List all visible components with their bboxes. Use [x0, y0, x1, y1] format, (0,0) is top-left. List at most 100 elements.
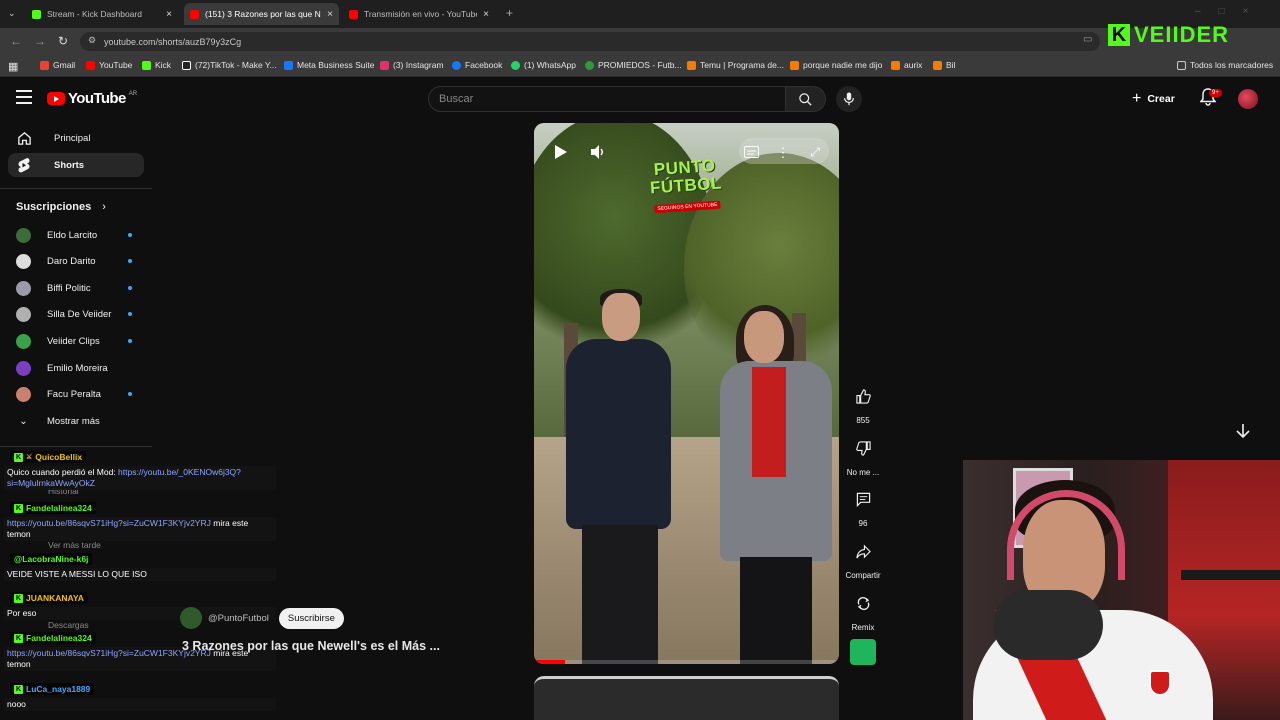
shorts-video-player[interactable]: PUNTO FÚTBOL SEGUINOS EN YOUTUBE ⋮ ⤢	[534, 123, 839, 664]
next-short-preview[interactable]	[534, 676, 839, 720]
chat-message-link[interactable]: https://youtu.be/86sqvS71iHg?si=ZuCW1F3K…	[7, 518, 211, 528]
subscriptions-title: Suscripciones	[16, 201, 92, 213]
tab-close-icon[interactable]: ×	[483, 9, 489, 20]
channel-avatar[interactable]	[180, 607, 202, 629]
video-progress-fill	[534, 660, 565, 664]
watermark-line2: FÚTBOL	[649, 173, 723, 198]
window-controls[interactable]: –□×	[1195, 6, 1266, 17]
instagram-icon	[380, 60, 389, 70]
bookmark-youtube[interactable]: YouTube	[86, 60, 132, 70]
forward-icon[interactable]: →	[34, 34, 46, 48]
channel-name: Daro Darito	[47, 255, 96, 267]
channel-avatar	[16, 253, 31, 269]
more-vert-icon: ⋮	[776, 144, 790, 160]
volume-button[interactable]	[587, 141, 609, 163]
account-avatar[interactable]	[1238, 89, 1258, 109]
bookmark-label: Kick	[155, 60, 172, 70]
bookmark-promiedos[interactable]: PROMIEDOS - Futb...	[585, 60, 682, 70]
all-bookmarks[interactable]: Todos los marcadores	[1177, 60, 1273, 70]
fullscreen-button[interactable]: ⤢	[804, 141, 826, 163]
show-more-button[interactable]: ⌄ Mostrar más	[16, 411, 136, 431]
bookmark-temu[interactable]: Temu | Programa de...	[687, 60, 784, 70]
reload-icon[interactable]: ↻	[58, 34, 68, 48]
sidebar-item-downloads[interactable]: Descargas	[48, 620, 89, 630]
volume-icon	[591, 145, 603, 159]
channel-handle[interactable]: @PuntoFutbol	[208, 613, 269, 624]
comment-count: 96	[858, 519, 868, 528]
apps-icon[interactable]: ▦	[8, 60, 18, 73]
bookmark-label: Bil	[946, 60, 956, 70]
youtube-favicon-icon	[349, 9, 358, 19]
subscriptions-header[interactable]: Suscripciones ›	[16, 201, 106, 213]
sidebar-item-watch-later[interactable]: Ver más tarde	[48, 540, 101, 550]
dislike-button[interactable]	[848, 433, 878, 463]
video-channel-watermark: PUNTO FÚTBOL SEGUINOS EN YOUTUBE	[644, 156, 728, 215]
channel-name: Emilio Moreira	[47, 362, 108, 374]
subscription-item[interactable]: Eldo Larcito	[16, 225, 136, 245]
bookmark-instagram[interactable]: (3) Instagram	[380, 60, 444, 70]
video-person-interviewer	[554, 289, 674, 664]
like-button[interactable]	[848, 381, 878, 411]
new-tab-button[interactable]: +	[506, 6, 513, 20]
search-input[interactable]: Buscar	[428, 86, 786, 112]
address-bar[interactable]: ⚙ youtube.com/shorts/auzB79y3zCg	[80, 32, 1100, 51]
menu-icon[interactable]	[16, 90, 32, 104]
chat-message-text: Quico cuando perdió el Mod:	[7, 467, 119, 477]
remix-button[interactable]	[848, 588, 878, 618]
audio-source-thumbnail[interactable]	[850, 639, 876, 665]
kick-icon	[142, 60, 151, 70]
bookmark-tiktok[interactable]: (72)TikTok - Make Y...	[182, 60, 277, 70]
kick-badge-icon: K	[14, 684, 23, 694]
captions-button[interactable]	[740, 141, 762, 163]
short-title[interactable]: 3 Razones por las que Newell's es el Más…	[182, 639, 440, 653]
bookmark-whatsapp[interactable]: (1) WhatsApp	[511, 60, 576, 70]
tab-close-icon[interactable]: ×	[166, 9, 172, 20]
kick-badge-icon: K	[14, 593, 23, 603]
play-button[interactable]	[550, 141, 572, 163]
subscription-item[interactable]: Facu Peralta	[16, 384, 136, 404]
subscribe-button[interactable]: Suscribirse	[278, 607, 344, 629]
bookmark-facebook[interactable]: Facebook	[452, 60, 502, 70]
chat-message-link[interactable]: https://youtu.be/86sqvS71iHg?si=ZuCW1F3K…	[7, 648, 211, 658]
tab-kick-dashboard[interactable]: Stream - Kick Dashboard ×	[26, 3, 178, 25]
bookmark-porque[interactable]: porque nadie me dijo	[790, 60, 882, 70]
more-options-button[interactable]: ⋮	[772, 141, 794, 163]
voice-search-button[interactable]	[836, 86, 862, 112]
bookmark-gmail[interactable]: Gmail	[40, 60, 75, 70]
create-button[interactable]: + Crear	[1132, 88, 1175, 110]
video-progress-bar[interactable]	[534, 660, 839, 664]
bookmark-bil[interactable]: Bil	[933, 60, 955, 70]
share-button[interactable]	[848, 536, 878, 566]
bookmark-label: Facebook	[465, 60, 503, 70]
subscription-item[interactable]: Veiider Clips	[16, 331, 136, 351]
comments-button[interactable]	[848, 484, 878, 514]
tab-youtube-short[interactable]: (151) 3 Razones por las que Ne ×	[184, 3, 339, 25]
bookmark-folder-icon	[933, 60, 942, 70]
next-short-button[interactable]	[1233, 421, 1253, 446]
chat-user-name: QuicoBellix	[35, 452, 83, 462]
sidebar-item-principal[interactable]: Principal	[8, 126, 144, 150]
search-button[interactable]	[786, 86, 826, 112]
tab-close-icon[interactable]: ×	[327, 9, 333, 20]
tab-search-icon[interactable]: ⌄	[8, 8, 16, 19]
sidebar-item-shorts[interactable]: Shorts	[8, 153, 144, 177]
bookmark-meta[interactable]: Meta Business Suite	[284, 60, 374, 70]
bookmark-kick[interactable]: Kick	[142, 60, 171, 70]
youtube-logo[interactable]: YouTube AR	[47, 90, 137, 107]
subscription-item[interactable]: Emilio Moreira	[16, 358, 136, 378]
cast-icon[interactable]: ▭	[1083, 34, 1092, 45]
youtube-icon	[86, 60, 95, 70]
country-code: AR	[128, 90, 138, 97]
new-content-dot	[128, 392, 132, 396]
microphone	[993, 590, 1103, 660]
subscription-item[interactable]: Biffi Politic	[16, 278, 136, 298]
site-info-icon[interactable]: ⚙	[88, 35, 96, 46]
subscription-item[interactable]: Silla De Veiider	[16, 304, 136, 324]
streamer-name: VEIIDER	[1134, 22, 1230, 47]
chat-message-text: nooo	[7, 699, 26, 709]
subscription-item[interactable]: Daro Darito	[16, 251, 136, 271]
bookmark-aurix[interactable]: aurix	[891, 60, 922, 70]
like-action: 855	[848, 381, 878, 425]
tab-youtube-live[interactable]: Transmisión en vivo - YouTube ×	[343, 3, 495, 25]
back-icon[interactable]: ←	[10, 34, 22, 48]
